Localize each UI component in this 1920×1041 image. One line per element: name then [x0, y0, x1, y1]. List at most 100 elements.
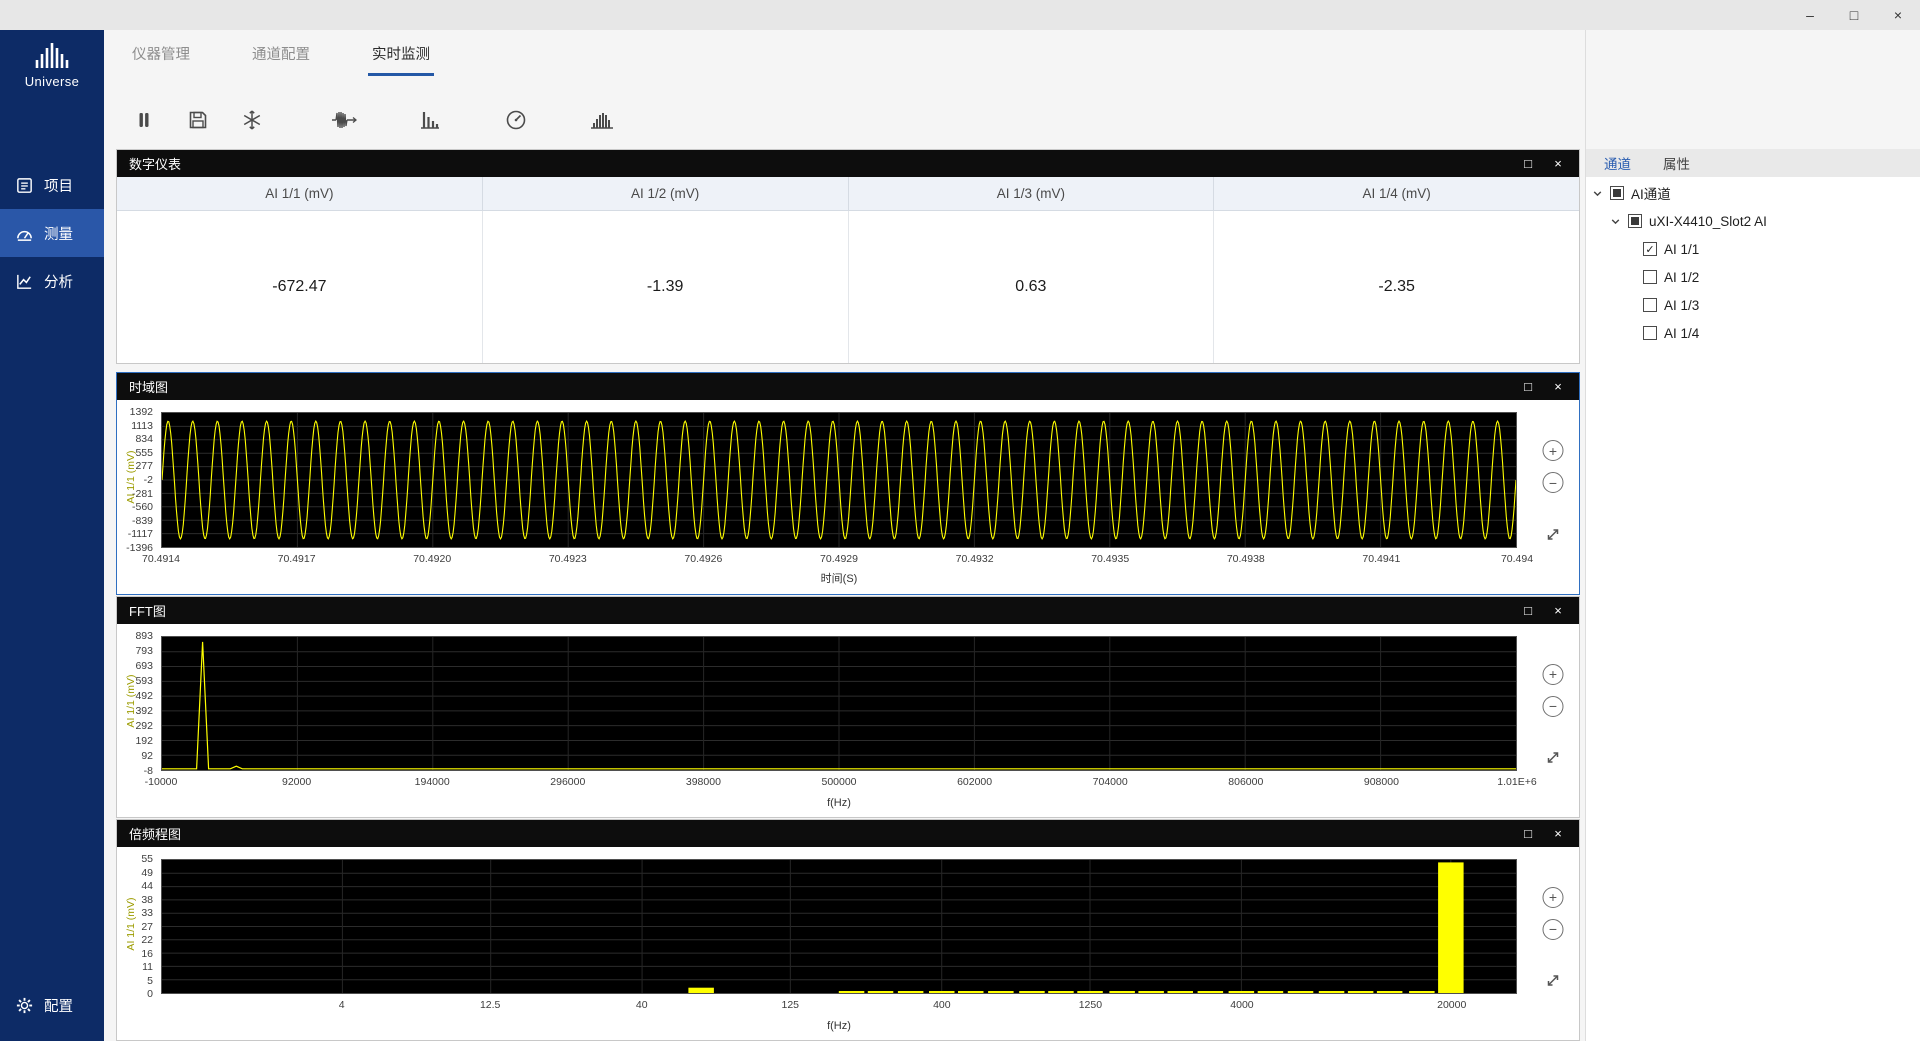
fit-view-button[interactable] [1545, 972, 1562, 994]
main-area: 仪器管理 通道配置 实时监测 [104, 30, 1586, 1041]
panel-title: FFT图 [129, 601, 1507, 620]
spectrum-view-button[interactable] [416, 106, 444, 134]
sidebar-item-measure[interactable]: 测量 [0, 209, 104, 257]
octave-chart: AI 1/1 (mV) 55494438332722161150 412.540… [117, 847, 1579, 1040]
gear-icon [15, 996, 34, 1015]
fit-view-button[interactable] [1545, 526, 1562, 548]
time-domain-icon [331, 108, 357, 132]
window-close-icon[interactable]: × [1876, 0, 1920, 30]
maximize-icon[interactable]: □ [1519, 379, 1537, 394]
window-maximize-icon[interactable]: □ [1832, 0, 1876, 30]
panel-digital-meters: 数字仪表 □ × AI 1/1 (mV) AI 1/2 (mV) AI 1/3 … [116, 149, 1580, 364]
x-tick-labels: -100009200019400029600039800050000060200… [161, 776, 1517, 790]
tab-channel-config[interactable]: 通道配置 [248, 43, 314, 76]
y-tick-labels: 89379369359349239229219292-8 [117, 636, 157, 771]
close-icon[interactable]: × [1549, 379, 1567, 394]
sidebar-item-analyze[interactable]: 分析 [0, 257, 104, 305]
zoom-in-button[interactable]: + [1543, 664, 1564, 685]
panel-title: 数字仪表 [129, 154, 1507, 173]
octave-panel-titlebar: 倍频程图 □ × [117, 820, 1579, 847]
tree-node-ai-1-4[interactable]: AI 1/4 [1586, 319, 1920, 347]
window-titlebar: – □ × [0, 0, 1920, 30]
zoom-controls: + − [1535, 400, 1571, 548]
checkbox[interactable] [1643, 298, 1657, 312]
checkbox[interactable] [1643, 242, 1657, 256]
measure-icon [15, 224, 34, 243]
sidebar-item-config[interactable]: 配置 [0, 981, 104, 1029]
meter-channel-label: AI 1/2 (mV) [483, 177, 849, 211]
close-icon[interactable]: × [1549, 826, 1567, 841]
maximize-icon[interactable]: □ [1519, 603, 1537, 618]
y-tick-labels: 13921113834555277-2-281-560-839-1117-139… [117, 412, 157, 548]
panel-fft: FFT图 □ × AI 1/1 (mV) 8937936935934923922… [116, 596, 1580, 818]
panel-title: 倍频程图 [129, 824, 1507, 843]
tree-node-label: AI 1/4 [1664, 326, 1699, 341]
tree-node-ai-1-2[interactable]: AI 1/2 [1586, 263, 1920, 291]
sidebar-item-project[interactable]: 项目 [0, 161, 104, 209]
sidebar: Universe 项目 测量 分析 [0, 30, 104, 1041]
fft-panel-titlebar: FFT图 □ × [117, 597, 1579, 624]
maximize-icon[interactable]: □ [1519, 826, 1537, 841]
tree-node-ai-1-1[interactable]: AI 1/1 [1586, 235, 1920, 263]
x-axis-title: f(Hz) [161, 797, 1517, 809]
pause-button[interactable] [130, 106, 158, 134]
time-domain-view-button[interactable] [330, 106, 358, 134]
sidebar-item-label: 分析 [44, 271, 73, 292]
freeze-button[interactable] [238, 106, 266, 134]
tree-node-label: AI通道 [1631, 183, 1671, 203]
sidebar-item-label: 测量 [44, 223, 73, 244]
zoom-controls: + − [1535, 847, 1571, 994]
fft-chart: AI 1/1 (mV) 89379369359349239229219292-8… [117, 624, 1579, 817]
tab-instrument-management[interactable]: 仪器管理 [128, 43, 194, 76]
tree-node-label: uXI-X4410_Slot2 AI [1649, 214, 1767, 229]
x-tick-labels: 70.491470.491770.492070.492370.492670.49… [161, 553, 1517, 567]
octave-view-button[interactable] [588, 106, 616, 134]
zoom-controls: + − [1535, 624, 1571, 771]
fft-plot-area[interactable] [161, 636, 1517, 771]
checkbox[interactable] [1628, 214, 1642, 228]
toolbar [130, 106, 616, 134]
tab-channels[interactable]: 通道 [1604, 153, 1631, 173]
chevron-down-icon[interactable] [1610, 216, 1621, 227]
expand-icon [1545, 526, 1562, 543]
panel-title: 时域图 [129, 377, 1507, 396]
zoom-in-button[interactable]: + [1543, 440, 1564, 461]
spectrum-icon [418, 108, 442, 132]
maximize-icon[interactable]: □ [1519, 156, 1537, 171]
time-chart: AI 1/1 (mV) 13921113834555277-2-281-560-… [117, 400, 1579, 594]
save-button[interactable] [184, 106, 212, 134]
right-panel-tabs: 通道 属性 [1586, 149, 1920, 177]
project-icon [15, 176, 34, 195]
meter-value: -2.35 [1214, 211, 1579, 363]
zoom-out-button[interactable]: − [1543, 472, 1564, 493]
tree-node-ai-channels[interactable]: AI通道 [1586, 179, 1920, 207]
checkbox[interactable] [1643, 326, 1657, 340]
zoom-in-button[interactable]: + [1543, 887, 1564, 908]
tab-properties[interactable]: 属性 [1663, 153, 1690, 173]
logo-text: Universe [0, 74, 104, 89]
expand-icon [1545, 972, 1562, 989]
expand-icon [1545, 749, 1562, 766]
tree-node-device[interactable]: uXI-X4410_Slot2 AI [1586, 207, 1920, 235]
tab-realtime-monitor[interactable]: 实时监测 [368, 43, 434, 76]
gauge-view-button[interactable] [502, 106, 530, 134]
tree-node-ai-1-3[interactable]: AI 1/3 [1586, 291, 1920, 319]
close-icon[interactable]: × [1549, 603, 1567, 618]
octave-plot-area[interactable] [161, 859, 1517, 994]
fit-view-button[interactable] [1545, 749, 1562, 771]
checkbox[interactable] [1643, 270, 1657, 284]
meter-channel-label: AI 1/4 (mV) [1214, 177, 1579, 211]
time-plot-area[interactable] [161, 412, 1517, 548]
channel-tree: AI通道 uXI-X4410_Slot2 AI AI 1/1 AI 1/2 AI… [1586, 177, 1920, 1041]
checkbox[interactable] [1610, 186, 1624, 200]
close-icon[interactable]: × [1549, 156, 1567, 171]
right-panel: 通道 属性 AI通道 uXI-X4410_Slot2 AI AI 1/1 AI … [1585, 30, 1920, 1041]
zoom-out-button[interactable]: − [1543, 696, 1564, 717]
pause-icon [132, 108, 156, 132]
chevron-down-icon[interactable] [1592, 188, 1603, 199]
window-minimize-icon[interactable]: – [1788, 0, 1832, 30]
sidebar-item-label: 配置 [44, 995, 73, 1016]
zoom-out-button[interactable]: − [1543, 919, 1564, 940]
meter-value-row: -672.47 -1.39 0.63 -2.35 [117, 211, 1579, 363]
view-toolbar-group [330, 106, 616, 134]
